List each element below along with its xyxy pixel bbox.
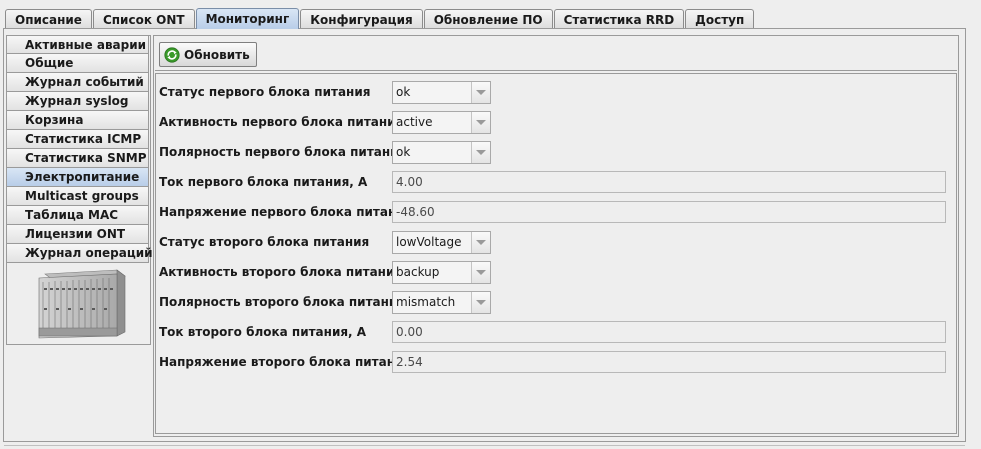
sidebar-item-active-alarms[interactable]: Активные аварии bbox=[7, 35, 149, 54]
sidebar-item-snmp-stats[interactable]: Статистика SNMP bbox=[7, 149, 149, 168]
tab-configuration[interactable]: Конфигурация bbox=[300, 9, 423, 29]
tab-rrd-statistics[interactable]: Статистика RRD bbox=[553, 9, 685, 29]
psu1-polarity-value: ok bbox=[393, 142, 472, 163]
psu1-status-row: Статус первого блока питания ok bbox=[156, 81, 956, 104]
psu1-polarity-label: Полярность первого блока питания bbox=[159, 145, 407, 159]
power-form: Статус первого блока питания ok Активнос… bbox=[155, 73, 957, 434]
psu1-activity-row: Активность первого блока питания active bbox=[156, 111, 956, 134]
tab-access[interactable]: Доступ bbox=[685, 9, 755, 29]
refresh-button-label: Обновить bbox=[184, 47, 250, 62]
olt-chassis-picture bbox=[38, 269, 126, 339]
psu2-voltage-label: Напряжение второго блока питания, V bbox=[159, 355, 430, 369]
sidebar-item-multicast-groups[interactable]: Multicast groups bbox=[7, 187, 149, 206]
toolbar: Обновить bbox=[155, 37, 957, 71]
psu2-status-combo[interactable]: lowVoltage bbox=[392, 231, 491, 254]
psu2-activity-row: Активность второго блока питания backup bbox=[156, 261, 956, 284]
tab-ont-list[interactable]: Список ONT bbox=[92, 9, 195, 29]
psu2-status-label: Статус второго блока питания bbox=[159, 235, 370, 249]
psu2-activity-combo[interactable]: backup bbox=[392, 261, 491, 284]
psu2-current-label: Ток второго блока питания, A bbox=[159, 325, 367, 339]
tab-monitoring[interactable]: Мониторинг bbox=[195, 8, 300, 29]
psu2-polarity-row: Полярность второго блока питания mismatc… bbox=[156, 291, 956, 314]
power-content: Обновить Статус первого блока питания ok… bbox=[153, 35, 959, 437]
psu1-voltage-label: Напряжение первого блока питания, V bbox=[159, 205, 431, 219]
psu2-activity-value: backup bbox=[393, 262, 472, 283]
sidebar-item-icmp-stats[interactable]: Статистика ICMP bbox=[7, 130, 149, 149]
sidebar-item-event-log[interactable]: Журнал событий bbox=[7, 73, 149, 92]
sidebar-item-power[interactable]: Электропитание bbox=[7, 168, 149, 187]
psu1-status-value: ok bbox=[393, 82, 472, 103]
psu1-voltage-row: Напряжение первого блока питания, V -48.… bbox=[156, 201, 956, 223]
psu2-current-row: Ток второго блока питания, A 0.00 bbox=[156, 321, 956, 343]
psu1-activity-combo[interactable]: active bbox=[392, 111, 491, 134]
sidebar-item-mac-table[interactable]: Таблица MAC bbox=[7, 206, 149, 225]
psu1-current-label: Ток первого блока питания, A bbox=[159, 175, 368, 189]
sidebar-item-ont-licenses[interactable]: Лицензии ONT bbox=[7, 225, 149, 244]
main-tabbar: Описание Список ONT Мониторинг Конфигура… bbox=[5, 8, 755, 29]
psu2-current-field[interactable]: 0.00 bbox=[392, 321, 946, 343]
chevron-down-icon[interactable] bbox=[472, 262, 490, 283]
psu1-polarity-combo[interactable]: ok bbox=[392, 141, 491, 164]
sidebar-item-general[interactable]: Общие bbox=[7, 54, 149, 73]
psu1-polarity-row: Полярность первого блока питания ok bbox=[156, 141, 956, 164]
sidebar-item-syslog[interactable]: Журнал syslog bbox=[7, 92, 149, 111]
sidebar-item-operations-log[interactable]: Журнал операций bbox=[7, 244, 153, 263]
psu2-status-value: lowVoltage bbox=[393, 232, 472, 253]
psu1-activity-value: active bbox=[393, 112, 472, 133]
chevron-down-icon[interactable] bbox=[472, 292, 490, 313]
psu2-polarity-value: mismatch bbox=[393, 292, 472, 313]
psu2-polarity-label: Полярность второго блока питания bbox=[159, 295, 406, 309]
tab-description[interactable]: Описание bbox=[5, 9, 92, 29]
monitoring-sidebar: Активные аварии Общие Журнал событий Жур… bbox=[6, 35, 153, 345]
psu2-voltage-row: Напряжение второго блока питания, V 2.54 bbox=[156, 351, 956, 373]
chevron-down-icon[interactable] bbox=[472, 82, 490, 103]
chevron-down-icon[interactable] bbox=[472, 142, 490, 163]
psu1-status-combo[interactable]: ok bbox=[392, 81, 491, 104]
chevron-down-icon[interactable] bbox=[472, 112, 490, 133]
psu1-current-field[interactable]: 4.00 bbox=[392, 171, 946, 193]
psu2-activity-label: Активность второго блока питания bbox=[159, 265, 403, 279]
device-chassis-image bbox=[33, 268, 127, 340]
psu1-activity-label: Активность первого блока питания bbox=[159, 115, 404, 129]
psu2-polarity-combo[interactable]: mismatch bbox=[392, 291, 491, 314]
psu2-status-row: Статус второго блока питания lowVoltage bbox=[156, 231, 956, 254]
psu1-status-label: Статус первого блока питания bbox=[159, 85, 371, 99]
psu2-voltage-field[interactable]: 2.54 bbox=[392, 351, 946, 373]
tab-firmware-update[interactable]: Обновление ПО bbox=[423, 9, 553, 29]
psu1-current-row: Ток первого блока питания, A 4.00 bbox=[156, 171, 956, 193]
refresh-icon bbox=[164, 46, 180, 63]
sidebar-item-trash[interactable]: Корзина bbox=[7, 111, 149, 130]
psu1-voltage-field[interactable]: -48.60 bbox=[392, 201, 946, 223]
refresh-button[interactable]: Обновить bbox=[159, 42, 257, 67]
chevron-down-icon[interactable] bbox=[472, 232, 490, 253]
